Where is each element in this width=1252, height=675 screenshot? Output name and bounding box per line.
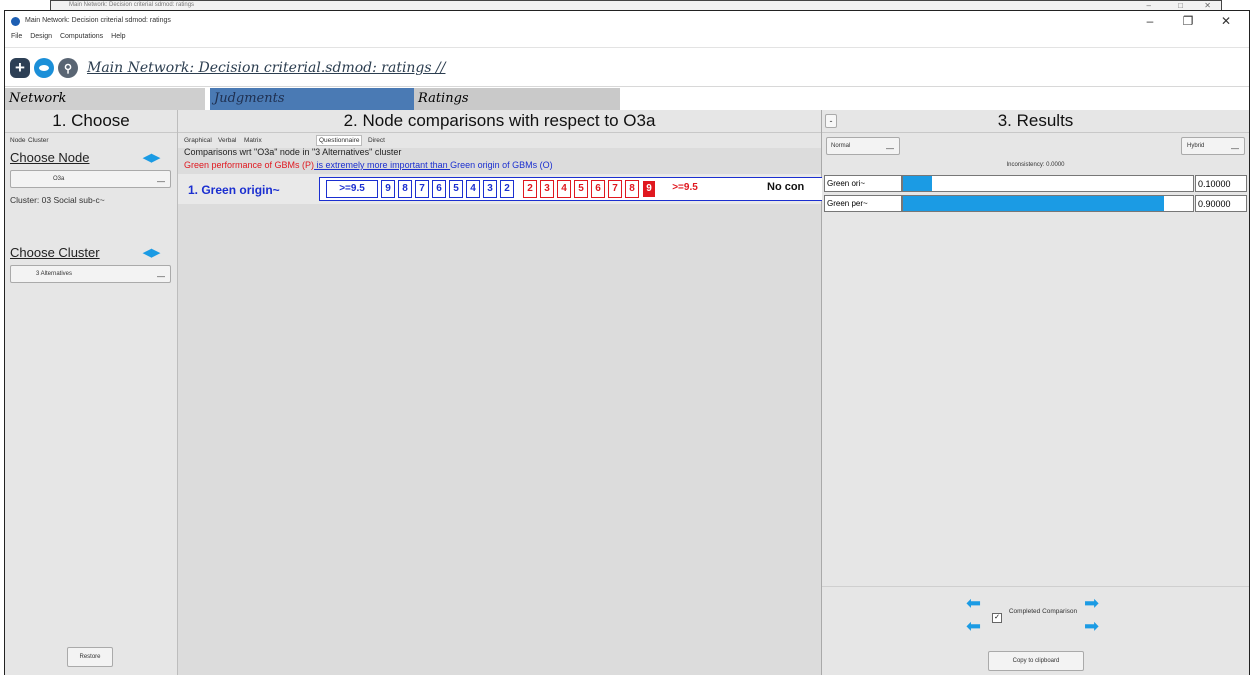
results-toggle-button[interactable]: -	[825, 114, 837, 128]
result-value: 0.90000	[1195, 195, 1247, 212]
results-header: 3. Results	[822, 110, 1249, 133]
background-window-title: Main Network: Decision criterial sdmod: …	[69, 2, 195, 8]
eye-icon[interactable]	[34, 58, 54, 78]
row-label: 1. Green origin~	[188, 183, 280, 197]
scale-right-2[interactable]: 4	[557, 180, 571, 198]
scale-left-7[interactable]: 3	[483, 180, 497, 198]
normal-mode-select[interactable]: Normal	[826, 137, 900, 157]
next-top-arrow-icon[interactable]: ➡	[1084, 592, 1104, 614]
tab-network[interactable]: Network	[5, 88, 205, 110]
next-bottom-arrow-icon[interactable]: ➡	[1084, 615, 1104, 637]
verbal-intensity: is extremely more important than	[314, 160, 451, 170]
scale-right-5[interactable]: 7	[608, 180, 622, 198]
cluster-info: Cluster: 03 Social sub-c~	[10, 195, 105, 205]
scale-left-2[interactable]: 8	[398, 180, 412, 198]
results-divider	[822, 586, 1249, 587]
comparisons-panel: 2. Node comparisons with respect to O3a …	[178, 110, 829, 675]
choose-header: 1. Choose	[5, 110, 177, 133]
subtab-cluster[interactable]: Cluster	[28, 137, 49, 144]
top-tabs: Network Judgments Ratings	[5, 87, 1249, 111]
add-icon[interactable]: +	[10, 58, 30, 78]
menu-computations[interactable]: Computations	[60, 33, 103, 40]
results-panel: 3. Results - Normal Hybrid Inconsistency…	[822, 110, 1249, 675]
subtab-node[interactable]: Node	[10, 137, 26, 144]
comparisons-header: 2. Node comparisons with respect to O3a	[178, 110, 821, 133]
close-button[interactable]: ✕	[1211, 14, 1241, 28]
main-window: Main Network: Decision criterial sdmod: …	[4, 10, 1250, 675]
choose-panel: 1. Choose Node Cluster Choose Node ◀▶ O3…	[5, 110, 178, 675]
prev-top-arrow-icon[interactable]: ⬅	[966, 592, 986, 614]
result-bar-track	[902, 175, 1194, 192]
scale-box: >=9.5 9 8 7 6 5 4 3 2 2 3 4 5 6 7 8 9 >=9.5 No con	[319, 177, 829, 201]
scale-left-6[interactable]: 4	[466, 180, 480, 198]
node-select[interactable]: O3a	[10, 170, 171, 190]
choose-cluster-label: Choose Cluster	[10, 245, 100, 260]
node-nav-arrows-icon[interactable]: ◀▶	[143, 152, 171, 164]
scale-right-0[interactable]: 2	[523, 180, 537, 198]
window-title: Main Network: Decision criterial sdmod: …	[25, 17, 171, 24]
result-bar	[903, 196, 1164, 211]
result-value: 0.10000	[1195, 175, 1247, 192]
app-icon	[11, 17, 20, 26]
menu-file[interactable]: File	[11, 33, 22, 40]
verbal-left-node: Green performance of GBMs (P)	[184, 160, 315, 170]
minimize-button[interactable]: –	[1135, 14, 1165, 28]
subtab-questionnaire[interactable]: Questionnaire	[316, 135, 363, 146]
results-title: 3. Results	[997, 111, 1074, 130]
result-bar	[903, 176, 932, 191]
maximize-button[interactable]: ❐	[1173, 14, 1203, 28]
questionnaire-row: 1. Green origin~ >=9.5 9 8 7 6 5 4 3 2 2 3 4 5 6 7 8 9 >=…	[178, 174, 829, 204]
inconsistency-value: Inconsistency: 0.0000	[1006, 162, 1065, 168]
network-path[interactable]: Main Network: Decision criterial.sdmod: …	[87, 60, 445, 76]
tab-judgments[interactable]: Judgments	[210, 88, 414, 110]
scale-left-3[interactable]: 7	[415, 180, 429, 198]
scale-right-6[interactable]: 8	[625, 180, 639, 198]
tab-ratings[interactable]: Ratings	[414, 88, 620, 110]
result-label: Green per~	[824, 195, 902, 212]
copy-to-clipboard-button[interactable]: Copy to clipboard	[988, 651, 1084, 671]
comparison-subtabs: Graphical Verbal Matrix Questionnaire Di…	[178, 133, 821, 148]
scale-left-5[interactable]: 5	[449, 180, 463, 198]
magnifier-icon[interactable]: ⚲	[58, 58, 78, 78]
completed-checkbox[interactable]: ✓	[992, 613, 1002, 623]
choose-node-label: Choose Node	[10, 150, 90, 165]
background-close-icon: ✕	[1204, 1, 1211, 10]
result-bar-track	[902, 195, 1194, 212]
menu-help[interactable]: Help	[111, 33, 125, 40]
subtab-direct[interactable]: Direct	[368, 137, 385, 144]
background-minimize-icon: –	[1146, 1, 1151, 10]
result-label: Green ori~	[824, 175, 902, 192]
cluster-select[interactable]: 3 Alternatives	[10, 265, 171, 285]
menu-design[interactable]: Design	[30, 33, 52, 40]
workspace: 1. Choose Node Cluster Choose Node ◀▶ O3…	[5, 110, 1249, 675]
background-maximize-icon: □	[1178, 1, 1183, 10]
scale-right-3[interactable]: 5	[574, 180, 588, 198]
toolbar: + ⚲ Main Network: Decision criterial.sdm…	[5, 47, 1249, 87]
subtab-verbal[interactable]: Verbal	[218, 137, 236, 144]
subtab-graphical[interactable]: Graphical	[184, 137, 212, 144]
scale-right-8[interactable]: >=9.5	[659, 180, 711, 198]
menu-bar: File Design Computations Help	[5, 33, 1249, 47]
no-comparison-label: No con	[767, 181, 805, 193]
title-bar: Main Network: Decision criterial sdmod: …	[5, 11, 1249, 33]
scale-left-0[interactable]: >=9.5	[326, 180, 378, 198]
completed-label: Completed Comparison	[1008, 608, 1078, 615]
scale-left-4[interactable]: 6	[432, 180, 446, 198]
choose-subtabs: Node Cluster	[5, 133, 177, 148]
restore-button[interactable]: Restore	[67, 647, 113, 667]
verbal-right-node: Green origin of GBMs (O)	[450, 160, 553, 170]
subtab-matrix[interactable]: Matrix	[244, 137, 262, 144]
hybrid-mode-select[interactable]: Hybrid	[1181, 137, 1245, 157]
scale-left-8[interactable]: 2	[500, 180, 514, 198]
comparison-description: Comparisons wrt "O3a" node in "3 Alterna…	[184, 147, 402, 157]
scale-left-1[interactable]: 9	[381, 180, 395, 198]
verbal-judgment: Green performance of GBMs (P) is extreme…	[184, 160, 553, 170]
cluster-nav-arrows-icon[interactable]: ◀▶	[143, 247, 171, 259]
scale-right-selected[interactable]: 9	[642, 180, 656, 198]
scale-right-4[interactable]: 6	[591, 180, 605, 198]
prev-bottom-arrow-icon[interactable]: ⬅	[966, 615, 986, 637]
scale-right-1[interactable]: 3	[540, 180, 554, 198]
